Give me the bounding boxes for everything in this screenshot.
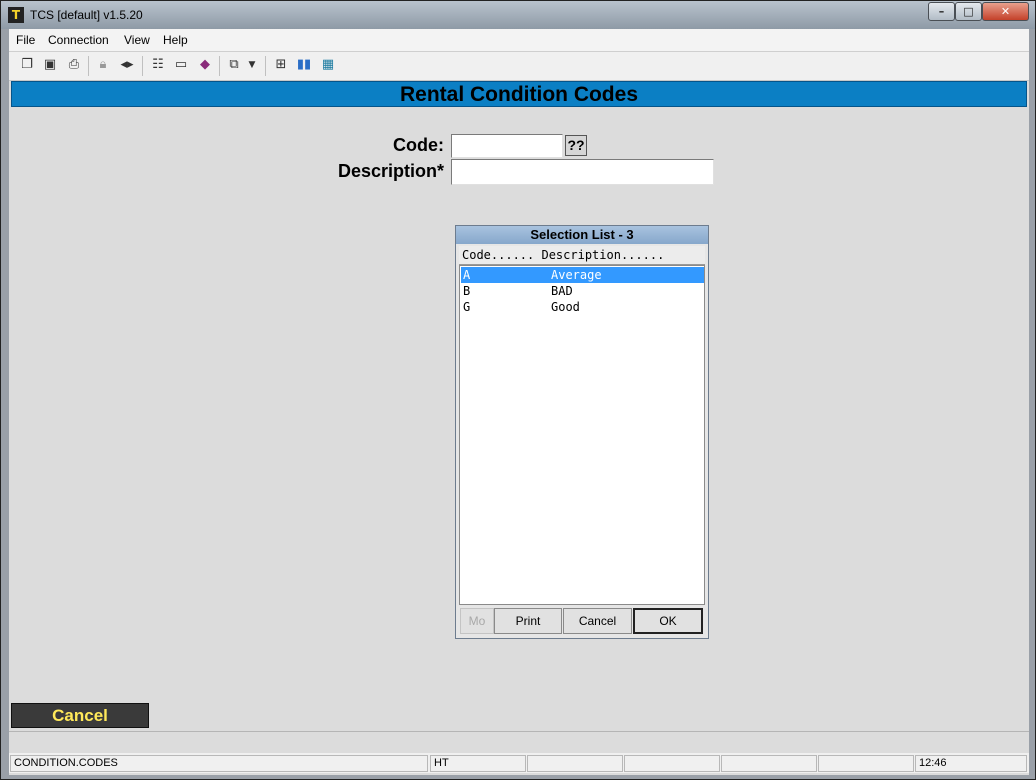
- calculator-icon[interactable]: ▦: [318, 55, 338, 75]
- list-item[interactable]: A Average: [461, 267, 704, 283]
- print-icon[interactable]: ⎙: [64, 55, 84, 75]
- status-panel: [527, 755, 623, 772]
- list-item-code: A: [463, 268, 471, 282]
- tree-icon[interactable]: ⊞: [271, 55, 291, 75]
- list-item[interactable]: B BAD: [461, 283, 704, 299]
- toolbar: ❐ ▣ ⎙ 🔒︎ ◂▸ ☷ ▭ ◆ ⧉ ▼ ⊞ ▮▮ ▦: [9, 52, 1029, 81]
- dropdown-arrow-icon[interactable]: ▼: [245, 55, 259, 75]
- menu-connection[interactable]: Connection: [48, 33, 109, 47]
- list-item-description: BAD: [551, 284, 573, 298]
- status-mode: HT: [430, 755, 526, 772]
- list-item-code: B: [463, 284, 471, 298]
- more-button[interactable]: Mo: [460, 608, 494, 634]
- properties-icon[interactable]: ☷: [148, 55, 168, 75]
- bar-chart-icon[interactable]: ▮▮: [294, 55, 314, 75]
- close-button[interactable]: ✕: [982, 2, 1029, 21]
- status-bar: CONDITION.CODES HT 12:46: [9, 753, 1029, 773]
- list-item[interactable]: G Good: [461, 299, 704, 315]
- description-label: Description*: [337, 161, 444, 181]
- status-panel: [818, 755, 914, 772]
- cancel-button[interactable]: Cancel: [11, 703, 149, 728]
- toolbar-separator: [265, 56, 266, 76]
- monitor-icon[interactable]: ▭: [171, 55, 191, 75]
- minimize-button[interactable]: –: [928, 2, 955, 21]
- toolbar-separator: [142, 56, 143, 76]
- cancel-list-button[interactable]: Cancel: [563, 608, 632, 634]
- dialog-title[interactable]: Selection List - 3: [456, 226, 708, 244]
- ok-button[interactable]: OK: [633, 608, 703, 634]
- window-title: TCS [default] v1.5.20: [30, 8, 143, 22]
- code-label: Code:: [393, 135, 444, 155]
- audio-icon[interactable]: ◂▸: [117, 55, 137, 75]
- list-item-code: G: [463, 300, 471, 314]
- app-logo-icon: T: [8, 7, 24, 23]
- status-program: CONDITION.CODES: [10, 755, 428, 772]
- title-bar[interactable]: T TCS [default] v1.5.20 – □ ✕: [1, 1, 1035, 29]
- toolbar-separator: [88, 56, 89, 76]
- menu-view[interactable]: View: [124, 33, 150, 47]
- menu-file[interactable]: File: [16, 33, 35, 47]
- print-button[interactable]: Print: [494, 608, 562, 634]
- menu-bar: File Connection View Help: [9, 29, 1029, 52]
- description-input[interactable]: [451, 159, 714, 185]
- app-window: T TCS [default] v1.5.20 – □ ✕ File Conne…: [0, 0, 1036, 780]
- menu-help[interactable]: Help: [163, 33, 188, 47]
- maximize-button[interactable]: □: [955, 2, 982, 21]
- code-input[interactable]: [451, 134, 563, 158]
- list-column-header: Code...... Description......: [459, 246, 705, 265]
- toolbar-separator: [219, 56, 220, 76]
- column-header-text: Code...... Description......: [462, 248, 665, 262]
- status-time: 12:46: [915, 755, 1027, 772]
- status-panel: [624, 755, 720, 772]
- page-title: Rental Condition Codes: [400, 83, 638, 106]
- list-item-description: Good: [551, 300, 580, 314]
- divider: [9, 731, 1029, 732]
- list-item-description: Average: [551, 268, 602, 282]
- status-panel: [721, 755, 817, 772]
- page-header: Rental Condition Codes: [11, 81, 1027, 107]
- client-area: File Connection View Help ❐ ▣ ⎙ 🔒︎ ◂▸ ☷ …: [9, 29, 1029, 775]
- selection-list-dialog: Selection List - 3 Code...... Descriptio…: [455, 225, 709, 639]
- copy-icon[interactable]: ❐: [17, 55, 37, 75]
- code-lookup-button[interactable]: ??: [565, 135, 587, 156]
- screens-icon[interactable]: ⧉: [224, 55, 244, 75]
- selection-listbox[interactable]: A Average B BAD G Good: [459, 265, 705, 605]
- lock-icon[interactable]: 🔒︎: [93, 55, 113, 75]
- save-icon[interactable]: ▣: [40, 55, 60, 75]
- book-icon[interactable]: ◆: [195, 55, 215, 75]
